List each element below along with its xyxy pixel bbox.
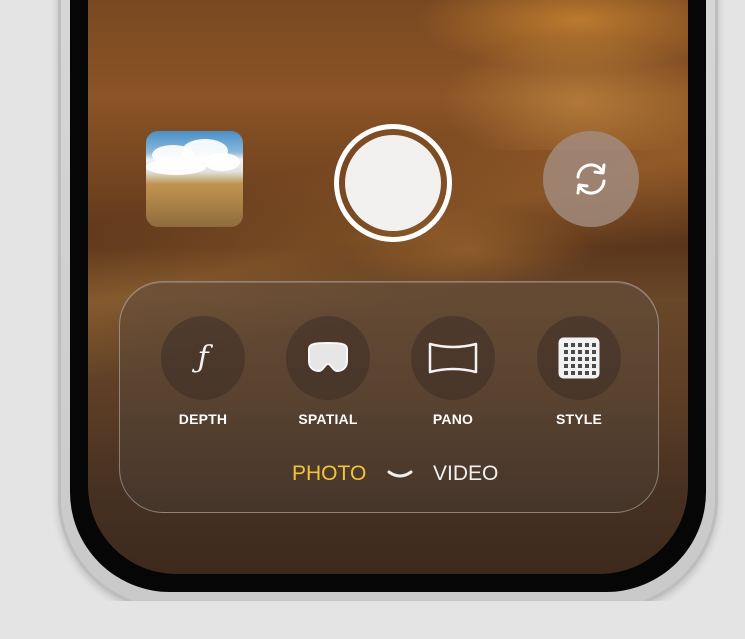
style-button[interactable]: STYLE (524, 316, 634, 427)
thumbnail-cloud (146, 159, 206, 175)
headset-icon (308, 341, 348, 373)
camera-screen: ƒ DEPTH SPATIAL PANO STYLE PHOTO VIDEO (0, 0, 745, 639)
shutter-button[interactable] (334, 124, 452, 242)
style-icon-circle (537, 316, 621, 400)
capture-mode-switcher: PHOTO VIDEO (0, 462, 745, 488)
last-photo-thumbnail[interactable] (146, 131, 243, 227)
depth-label: DEPTH (178, 411, 228, 427)
rotate-arrows-icon (576, 163, 606, 195)
panorama-icon (428, 342, 478, 374)
shutter-inner (345, 135, 441, 231)
mode-video[interactable]: VIDEO (433, 462, 498, 486)
spatial-icon-circle (286, 316, 370, 400)
spatial-button[interactable]: SPATIAL (273, 316, 383, 427)
f-stop-icon: ƒ (197, 340, 209, 375)
style-label: STYLE (555, 411, 603, 427)
grid-icon (558, 337, 600, 379)
page-bottom (0, 601, 745, 639)
flip-camera-button[interactable] (543, 131, 639, 227)
pano-icon-circle (411, 316, 495, 400)
chevron-down-icon[interactable] (386, 468, 414, 482)
pano-label: PANO (432, 411, 474, 427)
thumbnail-cloud (204, 153, 240, 171)
spatial-label: SPATIAL (298, 411, 358, 427)
viewfinder-highlight (428, 30, 688, 150)
depth-icon-circle: ƒ (161, 316, 245, 400)
pano-button[interactable]: PANO (398, 316, 508, 427)
depth-button[interactable]: ƒ DEPTH (148, 316, 258, 427)
mode-photo[interactable]: PHOTO (292, 462, 366, 486)
